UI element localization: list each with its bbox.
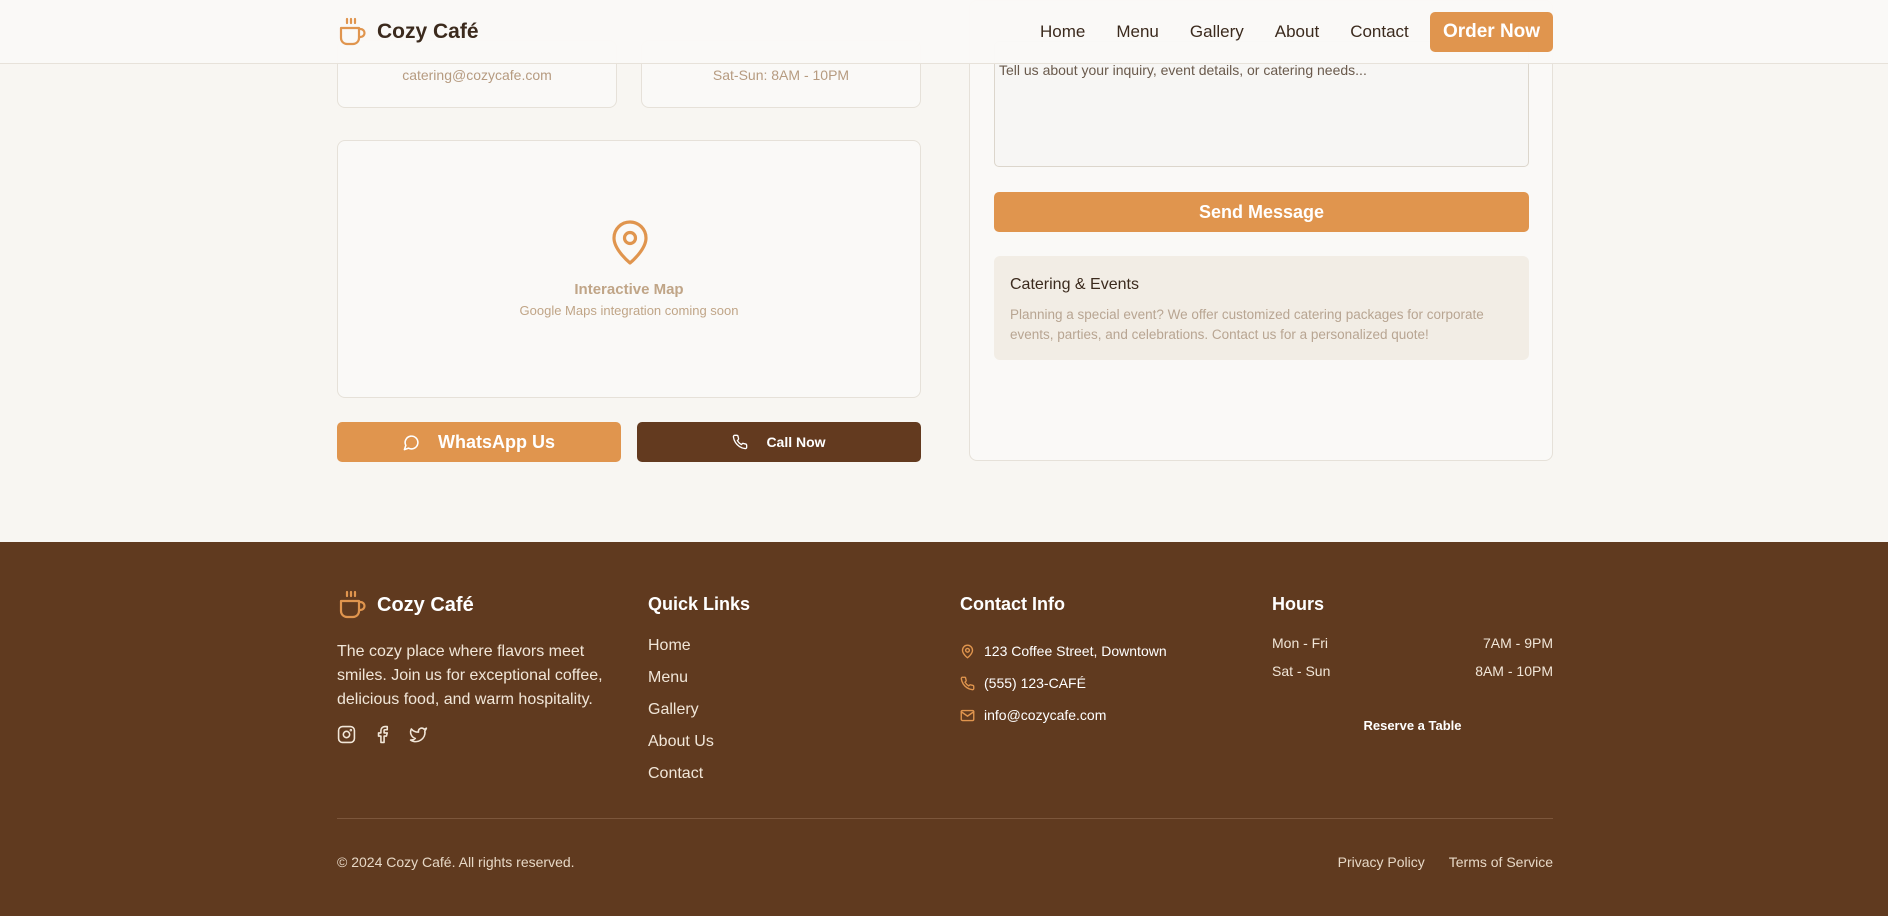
map-subtitle: Google Maps integration coming soon xyxy=(519,303,739,318)
facebook-icon[interactable] xyxy=(373,725,392,744)
whatsapp-button[interactable]: WhatsApp Us xyxy=(337,422,621,462)
map-pin-icon xyxy=(612,220,648,265)
nav-link-contact[interactable]: Contact xyxy=(1350,22,1409,42)
catering-email[interactable]: catering@cozycafe.com xyxy=(338,67,616,83)
top-navbar: Cozy Café Home Menu Gallery About Contac… xyxy=(0,0,1888,64)
footer-link-gallery[interactable]: Gallery xyxy=(648,701,714,733)
copyright: © 2024 Cozy Café. All rights reserved. xyxy=(337,854,575,870)
hours-time: 7AM - 9PM xyxy=(1482,635,1553,651)
hours-list: Mon - Fri 7AM - 9PM Sat - Sun 8AM - 10PM xyxy=(1272,635,1553,691)
nav-link-home[interactable]: Home xyxy=(1040,22,1085,42)
map-placeholder[interactable]: Interactive Map Google Maps integration … xyxy=(337,140,921,398)
terms-of-service-link[interactable]: Terms of Service xyxy=(1449,854,1553,870)
brand-name: Cozy Café xyxy=(377,20,479,43)
nav-link-gallery[interactable]: Gallery xyxy=(1190,22,1244,42)
mail-icon xyxy=(960,709,975,721)
footer-link-about[interactable]: About Us xyxy=(648,733,714,765)
quick-links-title: Quick Links xyxy=(648,594,751,614)
map-title: Interactive Map xyxy=(574,281,684,298)
contact-form-card: Send Message Catering & Events Planning … xyxy=(969,0,1553,461)
footer-link-menu[interactable]: Menu xyxy=(648,669,714,701)
twitter-icon[interactable] xyxy=(409,725,428,744)
coffee-cup-icon xyxy=(339,17,366,46)
footer-brand: Cozy Café xyxy=(337,590,474,620)
weekend-hours: Sat-Sun: 8AM - 10PM xyxy=(712,67,850,83)
contact-info-title: Contact Info xyxy=(960,594,1065,614)
footer-link-home[interactable]: Home xyxy=(648,637,714,669)
phone-text[interactable]: (555) 123-CAFÉ xyxy=(984,675,1086,691)
quick-links-list: Home Menu Gallery About Us Contact xyxy=(648,637,714,797)
phone-icon xyxy=(960,676,975,690)
reserve-table-button[interactable]: Reserve a Table xyxy=(1272,718,1553,733)
hours-row: Mon - Fri 7AM - 9PM xyxy=(1272,635,1553,663)
hours-time: 8AM - 10PM xyxy=(1475,663,1553,679)
instagram-icon[interactable] xyxy=(337,725,356,744)
legal-links: Privacy Policy Terms of Service xyxy=(1338,854,1553,870)
phone-icon xyxy=(733,434,748,450)
footer-description: The cozy place where flavors meet smiles… xyxy=(337,643,603,708)
order-now-button[interactable]: Order Now xyxy=(1430,12,1553,52)
nav-links: Home Menu Gallery About Contact xyxy=(1040,22,1409,42)
email-text[interactable]: info@cozycafe.com xyxy=(984,707,1106,723)
footer-divider xyxy=(337,818,1553,819)
footer-brand-name: Cozy Café xyxy=(377,593,474,616)
address-row: 123 Coffee Street, Downtown xyxy=(960,635,1167,667)
chat-bubble-icon xyxy=(403,434,419,450)
hours-title: Hours xyxy=(1272,594,1325,614)
catering-text: Planning a special event? We offer custo… xyxy=(1010,307,1484,342)
address-text: 123 Coffee Street, Downtown xyxy=(984,643,1167,659)
hours-row: Sat - Sun 8AM - 10PM xyxy=(1272,663,1553,691)
catering-info-box: Catering & Events Planning a special eve… xyxy=(994,256,1529,360)
contact-info-list: 123 Coffee Street, Downtown (555) 123-CA… xyxy=(960,635,1167,731)
catering-title: Catering & Events xyxy=(1010,276,1139,293)
map-pin-icon xyxy=(961,644,974,658)
coffee-cup-icon xyxy=(339,590,366,619)
social-links xyxy=(337,725,428,744)
call-now-button[interactable]: Call Now xyxy=(637,422,921,462)
privacy-policy-link[interactable]: Privacy Policy xyxy=(1338,854,1425,870)
email-row: info@cozycafe.com xyxy=(960,699,1167,731)
nav-link-about[interactable]: About xyxy=(1275,22,1319,42)
whatsapp-label: WhatsApp Us xyxy=(438,431,555,452)
footer-link-contact[interactable]: Contact xyxy=(648,765,714,797)
call-now-label: Call Now xyxy=(766,434,826,450)
send-message-button[interactable]: Send Message xyxy=(994,192,1529,232)
footer: Cozy Café The cozy place where flavors m… xyxy=(0,542,1888,916)
phone-row: (555) 123-CAFÉ xyxy=(960,667,1167,699)
nav-link-menu[interactable]: Menu xyxy=(1116,22,1159,42)
hours-days: Sat - Sun xyxy=(1272,663,1331,679)
brand-logo[interactable]: Cozy Café xyxy=(337,17,479,47)
hours-days: Mon - Fri xyxy=(1272,635,1328,651)
